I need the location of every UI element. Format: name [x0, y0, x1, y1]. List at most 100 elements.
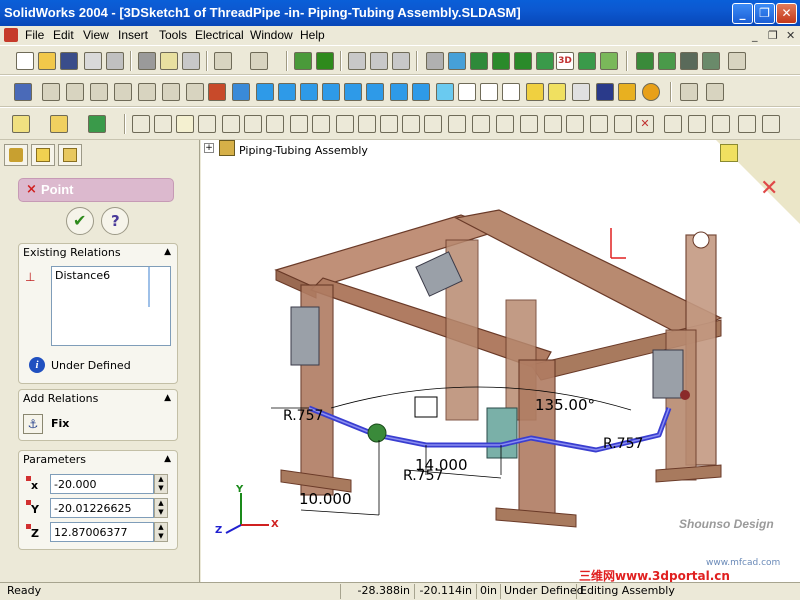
pan-icon[interactable] — [186, 83, 204, 101]
bottom-view-icon[interactable] — [366, 83, 384, 101]
parameters-header[interactable]: Parameters ▲ — [19, 451, 177, 469]
isometric-view-icon[interactable] — [390, 83, 408, 101]
flange-icon[interactable] — [658, 52, 676, 70]
rotate-view-icon[interactable] — [162, 83, 180, 101]
clip-icon[interactable] — [728, 52, 746, 70]
tangent-arc-icon[interactable] — [424, 115, 442, 133]
shaded-icon[interactable] — [436, 83, 454, 101]
route-icon[interactable] — [470, 52, 488, 70]
appearance-icon[interactable] — [642, 83, 660, 101]
chamfer-icon[interactable] — [544, 115, 562, 133]
options-icon[interactable] — [348, 52, 366, 70]
doc-restore-button[interactable]: ❐ — [768, 29, 778, 42]
shaded-with-edges-icon[interactable] — [526, 83, 544, 101]
tab-propertymanager[interactable] — [31, 144, 55, 166]
fix-relation-button[interactable]: ⚓ Fix — [23, 414, 173, 434]
menu-tools[interactable]: Tools — [159, 28, 187, 42]
route-point-icon[interactable] — [578, 52, 596, 70]
menu-help[interactable]: Help — [300, 28, 325, 42]
dim-radius2-label[interactable]: R.757 — [403, 468, 443, 484]
grid-icon[interactable] — [370, 52, 388, 70]
rect-icon[interactable] — [358, 115, 376, 133]
add-relations-header[interactable]: Add Relations ▲ — [19, 390, 177, 408]
fitting-icon[interactable] — [536, 52, 554, 70]
perspective-icon[interactable] — [572, 83, 590, 101]
tab-featuremanager[interactable] — [4, 144, 28, 166]
front-view-icon[interactable] — [256, 83, 274, 101]
make-assembly-icon[interactable] — [106, 52, 124, 70]
table-icon[interactable] — [392, 52, 410, 70]
repair-sketch-icon[interactable] — [712, 115, 730, 133]
close-point-icon[interactable]: × — [26, 182, 37, 197]
dim-radius1-label[interactable]: R.757 — [283, 408, 323, 424]
wireframe-icon[interactable] — [458, 83, 476, 101]
edit-route-icon[interactable] — [702, 52, 720, 70]
line-tool-icon[interactable] — [680, 83, 698, 101]
measure-icon[interactable] — [426, 52, 444, 70]
normal-to-icon[interactable] — [412, 83, 430, 101]
graphics-area[interactable]: + Piping-Tubing Assembly ✕ 135.00° R.757… — [201, 140, 800, 582]
list-scrollbar[interactable] — [148, 267, 150, 307]
select-arrow-icon[interactable] — [132, 115, 150, 133]
z-spinner[interactable]: ▲ ▼ — [154, 522, 168, 542]
new-document-icon[interactable] — [16, 52, 34, 70]
offset-icon[interactable] — [312, 115, 330, 133]
select-icon[interactable] — [14, 83, 32, 101]
zoom-area-icon[interactable] — [114, 83, 132, 101]
close-button[interactable]: ✕ — [776, 3, 797, 24]
undo-icon[interactable] — [214, 52, 232, 70]
construction-geometry-icon[interactable] — [664, 115, 682, 133]
print-preview-icon[interactable] — [160, 52, 178, 70]
section-view-icon[interactable] — [232, 83, 250, 101]
help-button[interactable]: ? — [101, 207, 129, 235]
sketch-icon[interactable] — [12, 115, 30, 133]
save-icon[interactable] — [60, 52, 78, 70]
redo-icon[interactable] — [250, 52, 268, 70]
back-view-icon[interactable] — [278, 83, 296, 101]
dim-length2-label[interactable]: 10.000 — [299, 490, 352, 508]
open-folder-icon[interactable] — [38, 52, 56, 70]
x-spinner[interactable]: ▲ ▼ — [154, 474, 168, 494]
ellipse-icon[interactable] — [472, 115, 490, 133]
collapse-arrow-icon[interactable]: ▲ — [164, 247, 171, 257]
display-delete-relations-icon[interactable] — [688, 115, 706, 133]
trim-icon[interactable] — [566, 115, 584, 133]
menu-edit[interactable]: Edit — [53, 28, 74, 42]
right-view-icon[interactable] — [322, 83, 340, 101]
left-view-icon[interactable] — [300, 83, 318, 101]
realview-icon[interactable] — [618, 83, 636, 101]
routing-properties-icon[interactable] — [636, 52, 654, 70]
y-coordinate-input[interactable]: -20.01226625 — [50, 498, 154, 518]
hidden-lines-removed-icon[interactable] — [502, 83, 520, 101]
menu-view[interactable]: View — [83, 28, 109, 42]
perpendicular-icon[interactable] — [244, 115, 262, 133]
make-drawing-icon[interactable] — [84, 52, 102, 70]
relations-icon[interactable] — [88, 115, 106, 133]
dim-angle-label[interactable]: 135.00° — [535, 396, 595, 414]
doc-close-button[interactable]: ✕ — [786, 29, 795, 42]
grid-snap-icon[interactable] — [154, 115, 172, 133]
line-icon[interactable] — [336, 115, 354, 133]
cut-icon[interactable] — [182, 52, 200, 70]
menu-file[interactable]: File — [25, 28, 44, 42]
attach-icon[interactable] — [600, 52, 618, 70]
point-icon[interactable] — [590, 115, 608, 133]
view-orientation-icon[interactable] — [208, 83, 226, 101]
y-spinner[interactable]: ▲ ▼ — [154, 498, 168, 518]
zoom-in-icon[interactable] — [90, 83, 108, 101]
shadows-icon[interactable] — [548, 83, 566, 101]
menu-window[interactable]: Window — [250, 28, 293, 42]
zoom-out-icon[interactable] — [138, 83, 156, 101]
hidden-lines-visible-icon[interactable] — [480, 83, 498, 101]
sketch-spline-icon[interactable] — [614, 115, 632, 133]
polygon-icon[interactable] — [496, 115, 514, 133]
zoom-to-fit-icon[interactable] — [66, 83, 84, 101]
split-route-icon[interactable] — [680, 52, 698, 70]
pipe-icon[interactable] — [492, 52, 510, 70]
sketch-picture-icon[interactable] — [762, 115, 780, 133]
relation-item-distance6[interactable]: Distance6 — [52, 267, 170, 284]
relations-list[interactable]: Distance6 — [51, 266, 171, 346]
quick-snaps-icon[interactable] — [738, 115, 756, 133]
camera-icon[interactable] — [596, 83, 614, 101]
minimize-button[interactable]: _ — [732, 3, 753, 24]
